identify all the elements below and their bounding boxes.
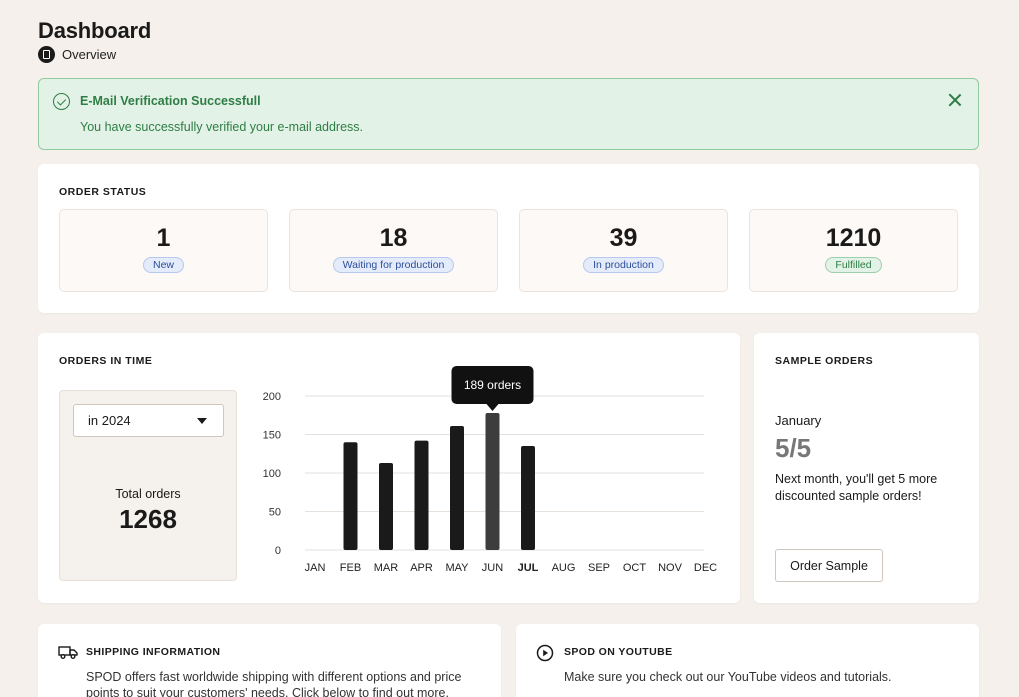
orders-in-time-card: ORDERS IN TIME in 2024 Total orders 1268… xyxy=(38,333,740,603)
order-sample-button[interactable]: Order Sample xyxy=(775,549,883,582)
x-tick-label: MAY xyxy=(445,562,469,574)
close-icon[interactable] xyxy=(948,93,962,107)
alert-message: You have successfully verified your e-ma… xyxy=(80,120,364,134)
total-orders-label: Total orders xyxy=(115,487,181,501)
orders-bar-chart: 0 50 100 150 200 JAN FEB MAR APR MAY JUN JUL AUG SEP O… xyxy=(263,365,717,574)
sample-description: Next month, you'll get 5 more discounted… xyxy=(775,472,938,503)
shipping-card: SHIPPING INFORMATION SPOD offers fast wo… xyxy=(38,624,501,697)
total-orders-value: 1268 xyxy=(119,504,177,534)
order-status-heading: ORDER STATUS xyxy=(59,186,147,198)
x-tick-label: JAN xyxy=(305,562,326,574)
sample-month: January xyxy=(775,413,822,428)
total-orders-panel: in 2024 Total orders 1268 xyxy=(59,390,237,581)
sample-orders-heading: SAMPLE ORDERS xyxy=(775,355,874,367)
x-tick-label: AUG xyxy=(552,562,576,574)
shipping-text: SPOD offers fast worldwide shipping with… xyxy=(86,670,462,697)
year-select-value: in 2024 xyxy=(88,413,131,428)
status-waiting[interactable]: 18 Waiting for production xyxy=(289,209,498,292)
shipping-heading: SHIPPING INFORMATION xyxy=(86,646,221,658)
play-icon xyxy=(536,644,554,662)
sample-count: 5/5 xyxy=(775,433,812,463)
x-tick-label: OCT xyxy=(623,562,647,574)
chart-bar-jun[interactable] xyxy=(485,412,500,550)
y-tick-label: 50 xyxy=(269,507,281,519)
chart-tooltip-arrow xyxy=(486,403,499,411)
x-tick-label: APR xyxy=(410,562,433,574)
order-status-card: ORDER STATUS 1 New 18 Waiting for produc… xyxy=(38,164,979,313)
chart-bar-feb[interactable] xyxy=(343,442,358,550)
page-title: Dashboard xyxy=(38,18,152,43)
orders-in-time-heading: ORDERS IN TIME xyxy=(59,355,153,367)
truck-icon xyxy=(58,646,78,659)
chart-bar-jul[interactable] xyxy=(521,446,535,550)
status-badge: In production xyxy=(583,257,664,273)
chart-bar-apr[interactable] xyxy=(414,440,429,550)
youtube-text: Make sure you check out our YouTube vide… xyxy=(564,670,892,684)
status-count: 18 xyxy=(379,224,408,252)
status-badge: New xyxy=(142,257,184,273)
y-tick-label: 0 xyxy=(275,545,281,557)
x-tick-label: SEP xyxy=(588,562,610,574)
breadcrumb-label[interactable]: Overview xyxy=(62,47,116,62)
alert-title: E-Mail Verification Successfull xyxy=(80,94,261,108)
y-tick-label: 200 xyxy=(263,391,281,403)
status-in-production[interactable]: 39 In production xyxy=(519,209,728,292)
y-tick-label: 100 xyxy=(263,468,281,480)
breadcrumb: Overview xyxy=(38,46,116,63)
y-tick-label: 150 xyxy=(263,430,281,442)
x-tick-label: DEC xyxy=(694,562,717,574)
chart-tooltip-text: 189 orders xyxy=(464,378,521,392)
chart-bar-mar[interactable] xyxy=(379,462,393,550)
status-new[interactable]: 1 New xyxy=(59,209,268,292)
success-alert: E-Mail Verification Successfull You have… xyxy=(38,78,979,150)
year-select[interactable]: in 2024 xyxy=(73,404,224,437)
caret-down-icon xyxy=(197,418,207,424)
status-count: 1210 xyxy=(825,224,882,252)
status-badge: Waiting for production xyxy=(332,257,455,273)
sample-orders-card: SAMPLE ORDERS January 5/5 Next month, yo… xyxy=(754,333,979,603)
status-fulfilled[interactable]: 1210 Fulfilled xyxy=(749,209,958,292)
youtube-heading: SPOD ON YOUTUBE xyxy=(564,646,673,658)
x-tick-label: FEB xyxy=(340,562,361,574)
x-tick-label: JUL xyxy=(518,562,539,574)
chart-bar-may[interactable] xyxy=(450,426,464,550)
check-circle-icon xyxy=(53,93,70,110)
x-tick-label: JUN xyxy=(482,562,503,574)
status-count: 1 xyxy=(156,224,171,252)
overview-icon xyxy=(38,46,55,63)
youtube-card: SPOD ON YOUTUBE Make sure you check out … xyxy=(516,624,979,697)
status-badge: Fulfilled xyxy=(825,257,882,273)
status-count: 39 xyxy=(609,224,638,252)
x-tick-label: NOV xyxy=(658,562,683,574)
x-tick-label: MAR xyxy=(374,562,399,574)
